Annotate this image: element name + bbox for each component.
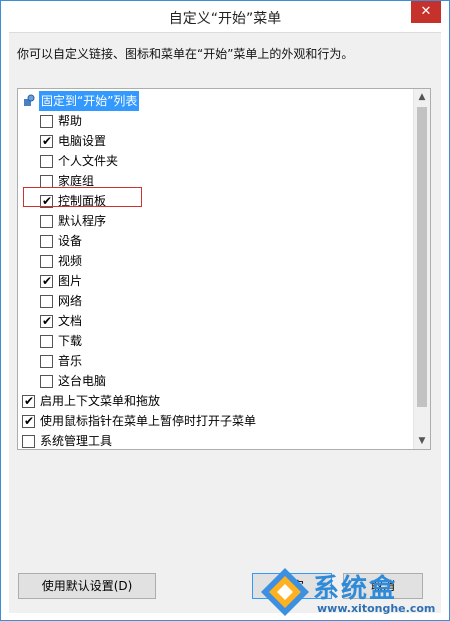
menu-option-label: 使用鼠标指针在菜单上暂停时打开子菜单: [40, 414, 257, 428]
checkbox-checked[interactable]: ✔: [40, 274, 53, 288]
checkbox-checked[interactable]: ✔: [22, 414, 35, 428]
start-item-label: 这台电脑: [58, 374, 107, 388]
start-item-row[interactable]: 网络: [18, 291, 414, 311]
start-item-row[interactable]: ✔ 文档: [18, 311, 414, 331]
checkbox-unchecked[interactable]: [40, 115, 53, 128]
start-item-row[interactable]: 设备: [18, 231, 414, 251]
use-default-settings-button[interactable]: 使用默认设置(D): [18, 573, 156, 599]
start-item-row[interactable]: ✔ 电脑设置: [18, 131, 414, 151]
checkbox-unchecked[interactable]: [40, 355, 53, 368]
dialog-window: 自定义“开始”菜单 ✕ 你可以自定义链接、图标和菜单在“开始”菜单上的外观和行为…: [0, 0, 450, 621]
checkbox-checked[interactable]: ✔: [40, 134, 53, 148]
description-text: 你可以自定义链接、图标和菜单在“开始”菜单上的外观和行为。: [17, 47, 354, 61]
start-item-label: 图片: [58, 274, 83, 288]
start-item-row[interactable]: 帮助: [18, 111, 414, 131]
start-item-row[interactable]: 默认程序: [18, 211, 414, 231]
watermark-url: www.xitonghe.com: [317, 602, 436, 615]
checkbox-unchecked[interactable]: [40, 255, 53, 268]
start-item-row[interactable]: 音乐: [18, 351, 414, 371]
menu-option-row[interactable]: ✔ 使用鼠标指针在菜单上暂停时打开子菜单: [18, 411, 414, 431]
scroll-thumb[interactable]: [417, 107, 427, 407]
start-item-label: 默认程序: [58, 214, 107, 228]
title-bar[interactable]: 自定义“开始”菜单 ✕: [1, 1, 449, 31]
start-item-label: 视频: [58, 254, 83, 268]
check-icon: ✔: [42, 274, 53, 288]
start-item-row[interactable]: 这台电脑: [18, 371, 414, 391]
watermark-logo: 系统盒 www.xitonghe.com: [259, 564, 449, 620]
checkbox-unchecked[interactable]: [40, 215, 53, 228]
scroll-down-arrow-icon[interactable]: ▼: [414, 433, 430, 449]
start-item-label: 电脑设置: [58, 134, 107, 148]
start-item-label: 下载: [58, 334, 83, 348]
start-item-label: 个人文件夹: [58, 154, 119, 168]
highlight-annotation-box: [23, 187, 142, 207]
start-item-label: 文档: [58, 314, 83, 328]
check-icon: ✔: [24, 394, 35, 408]
scroll-up-arrow-icon[interactable]: ▲: [414, 89, 430, 105]
pin-icon: [24, 94, 35, 106]
start-menu-options-list[interactable]: 固定到“开始”列表 帮助 ✔ 电脑设置 个人文件夹 家庭组 ✔ 控制面板 默认程序 设备 视频 ✔ 图…: [17, 88, 431, 450]
list-header-label: 固定到“开始”列表: [39, 91, 140, 111]
dialog-body: 你可以自定义链接、图标和菜单在“开始”菜单上的外观和行为。 固定到“开始”列表 …: [9, 32, 441, 613]
start-item-label: 音乐: [58, 354, 83, 368]
start-item-row[interactable]: 个人文件夹: [18, 151, 414, 171]
checkbox-unchecked[interactable]: [40, 295, 53, 308]
checkbox-unchecked[interactable]: [22, 435, 35, 448]
menu-option-row[interactable]: ✔ 启用上下文菜单和拖放: [18, 391, 414, 411]
checkbox-unchecked[interactable]: [40, 235, 53, 248]
start-item-label: 帮助: [58, 114, 83, 128]
checkbox-checked[interactable]: ✔: [40, 314, 53, 328]
window-title: 自定义“开始”菜单: [168, 11, 282, 27]
start-item-row[interactable]: 下载: [18, 331, 414, 351]
checkbox-unchecked[interactable]: [40, 155, 53, 168]
checkbox-unchecked[interactable]: [40, 335, 53, 348]
menu-option-label: 启用上下文菜单和拖放: [40, 394, 161, 408]
watermark-brand: 系统盒: [313, 574, 398, 604]
check-icon: ✔: [42, 134, 53, 148]
start-item-label: 设备: [58, 234, 83, 248]
list-header-row[interactable]: 固定到“开始”列表: [18, 91, 414, 111]
logo-icon: [261, 568, 309, 616]
menu-option-row[interactable]: 系统管理工具: [18, 431, 414, 449]
checkbox-checked[interactable]: ✔: [22, 394, 35, 408]
check-icon: ✔: [24, 414, 35, 428]
vertical-scrollbar[interactable]: ▲ ▼: [413, 89, 430, 449]
menu-option-label: 系统管理工具: [40, 434, 113, 448]
close-button[interactable]: ✕: [411, 1, 441, 23]
start-item-label: 网络: [58, 294, 83, 308]
start-item-row[interactable]: ✔ 图片: [18, 271, 414, 291]
checkbox-unchecked[interactable]: [40, 375, 53, 388]
start-item-row[interactable]: 视频: [18, 251, 414, 271]
check-icon: ✔: [42, 314, 53, 328]
